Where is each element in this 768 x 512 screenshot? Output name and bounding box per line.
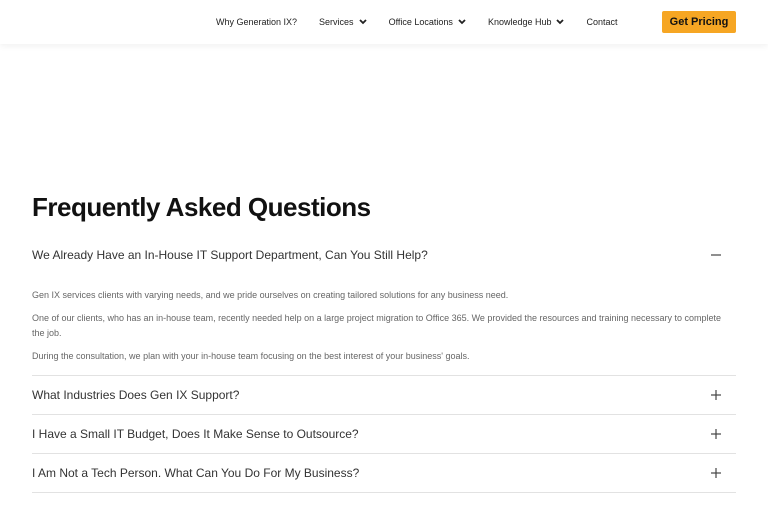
faq-question-tech-person[interactable]: I Am Not a Tech Person. What Can You Do …: [32, 454, 736, 492]
nav-item-label: Office Locations: [388, 17, 453, 27]
nav-item-label: Services: [319, 17, 354, 27]
faq-answer-paragraph: Gen IX services clients with varying nee…: [32, 290, 509, 300]
faq-question-text: I Have a Small IT Budget, Does It Make S…: [32, 427, 359, 441]
nav-item-label: Why Generation IX?: [216, 17, 298, 27]
faq-item: I Have a Small IT Budget, Does It Make S…: [32, 415, 736, 454]
faq-answer-paragraph: During the consultation, we plan with yo…: [32, 351, 470, 361]
nav-item-services[interactable]: Services: [319, 17, 367, 27]
faq-question-budget[interactable]: I Have a Small IT Budget, Does It Make S…: [32, 415, 736, 453]
main-menu: Why Generation IX? Services Office Locat…: [216, 0, 640, 44]
minus-icon: [711, 254, 721, 256]
plus-icon: [711, 468, 721, 478]
plus-icon: [711, 429, 721, 439]
top-navigation: Why Generation IX? Services Office Locat…: [0, 0, 768, 44]
faq-question-expanded[interactable]: We Already Have an In-House IT Support D…: [32, 242, 736, 268]
chevron-down-icon: [458, 19, 466, 25]
faq-section: Frequently Asked Questions We Already Ha…: [32, 192, 736, 493]
nav-item-knowledge-hub[interactable]: Knowledge Hub: [488, 17, 565, 27]
faq-question-industries[interactable]: What Industries Does Gen IX Support?: [32, 376, 736, 414]
get-pricing-button[interactable]: Get Pricing: [662, 11, 736, 33]
chevron-down-icon: [556, 19, 565, 25]
nav-item-why-generation-ix[interactable]: Why Generation IX?: [216, 17, 297, 27]
get-pricing-label: Get Pricing: [669, 16, 729, 28]
faq-question-text: I Am Not a Tech Person. What Can You Do …: [32, 466, 360, 480]
plus-icon: [711, 390, 721, 400]
chevron-down-icon: [358, 19, 367, 25]
nav-item-label: Knowledge Hub: [487, 17, 552, 27]
faq-question-text: What Industries Does Gen IX Support?: [32, 388, 240, 402]
nav-item-office-locations[interactable]: Office Locations: [389, 17, 466, 27]
faq-item: What Industries Does Gen IX Support?: [32, 376, 736, 415]
nav-item-label: Contact: [586, 17, 618, 27]
faq-item: I Am Not a Tech Person. What Can You Do …: [32, 454, 736, 493]
faq-title: Frequently Asked Questions: [32, 192, 371, 222]
faq-answer: Gen IX services clients with varying nee…: [32, 268, 736, 364]
faq-answer-paragraph: One of our clients, who has an in-house …: [32, 313, 722, 338]
nav-item-contact[interactable]: Contact: [586, 17, 617, 27]
faq-question-text: We Already Have an In-House IT Support D…: [32, 248, 428, 262]
